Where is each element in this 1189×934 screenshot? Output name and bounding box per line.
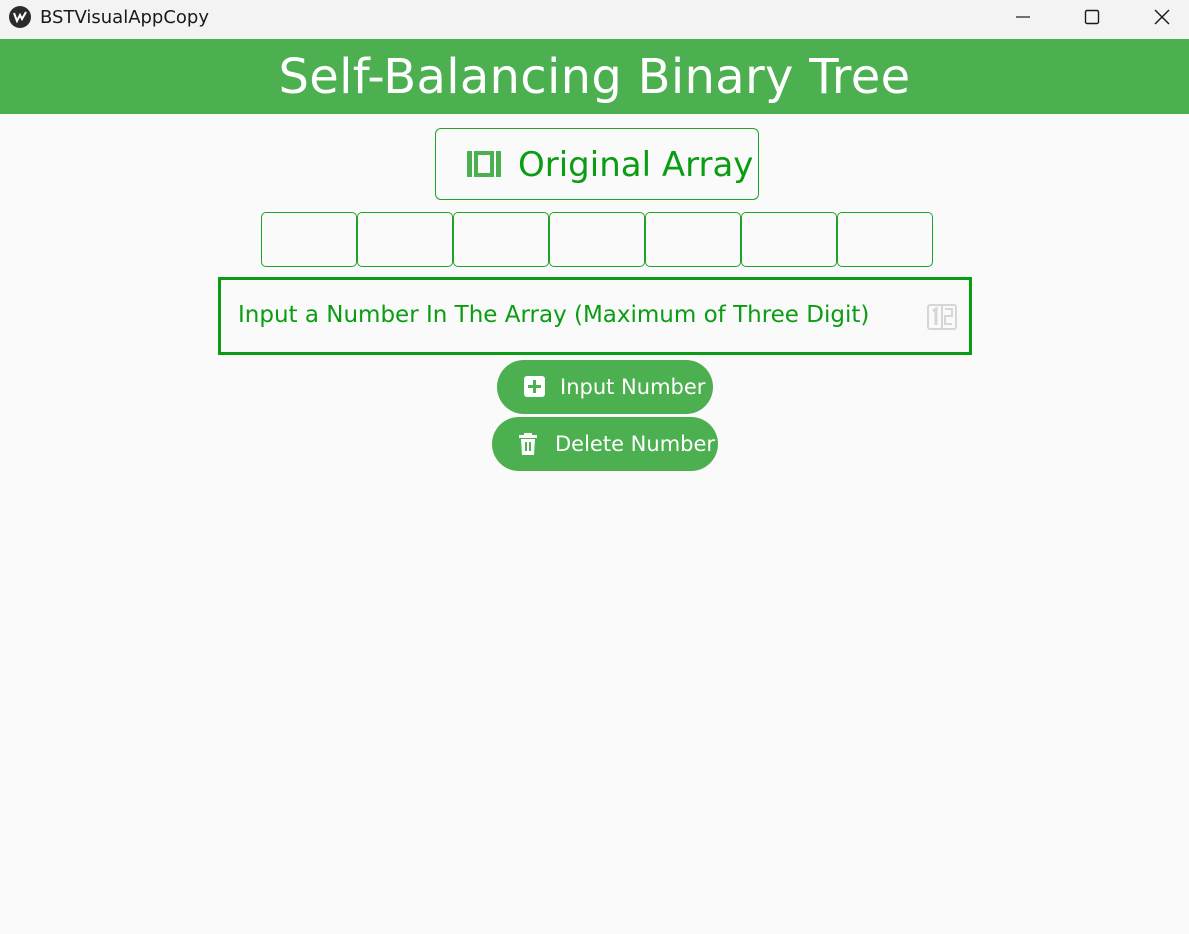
array-cell: [453, 212, 549, 267]
trash-icon: [519, 433, 537, 455]
input-number-button[interactable]: Input Number: [497, 360, 713, 414]
array-cell: [261, 212, 357, 267]
close-button[interactable]: [1127, 0, 1189, 34]
array-cell: [549, 212, 645, 267]
delete-number-button[interactable]: Delete Number: [492, 417, 718, 471]
original-array-label: Original Array: [518, 145, 754, 185]
maximize-icon: [1084, 9, 1100, 25]
number-input-field: [218, 277, 972, 355]
original-array-button[interactable]: Original Array: [435, 128, 759, 200]
numeric-icon: [927, 304, 957, 330]
app-logo-icon: [9, 6, 31, 28]
close-icon: [1154, 9, 1170, 25]
app-header: Self-Balancing Binary Tree: [0, 39, 1189, 114]
window-titlebar: BSTVisualAppCopy: [0, 0, 1189, 39]
window-title: BSTVisualAppCopy: [40, 7, 210, 28]
array-brackets-icon: [467, 151, 501, 177]
maximize-button[interactable]: [1057, 0, 1127, 34]
minimize-icon: [1016, 16, 1030, 18]
page-title: Self-Balancing Binary Tree: [278, 48, 911, 105]
array-cell: [837, 212, 933, 267]
delete-number-label: Delete Number: [555, 432, 716, 456]
plus-box-icon: [524, 376, 545, 397]
array-cell: [645, 212, 741, 267]
minimize-button[interactable]: [988, 0, 1058, 34]
number-input[interactable]: [238, 298, 918, 332]
input-number-label: Input Number: [560, 375, 706, 399]
array-cell: [741, 212, 837, 267]
array-cells: [261, 212, 933, 267]
array-cell: [357, 212, 453, 267]
